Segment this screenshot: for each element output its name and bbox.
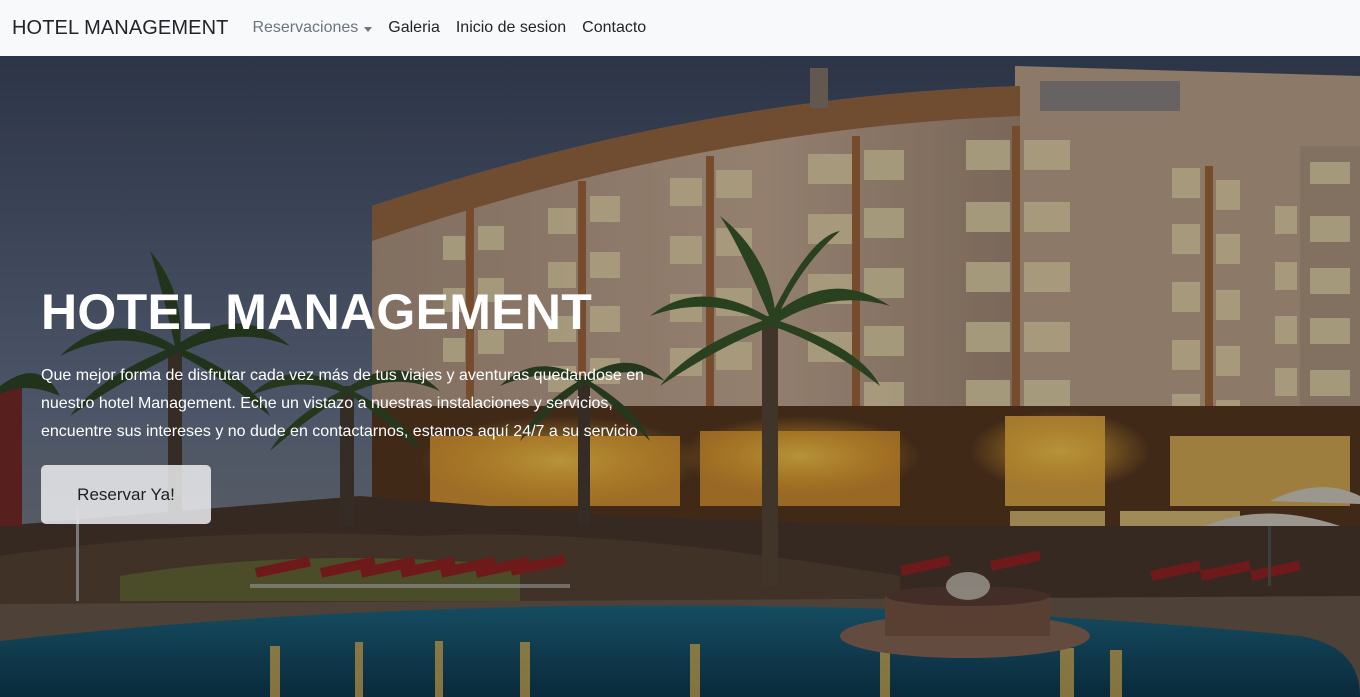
hero-title: HOTEL MANAGEMENT bbox=[41, 284, 593, 340]
hero-description: Que mejor forma de disfrutar cada vez má… bbox=[41, 367, 644, 440]
navbar: HOTEL MANAGEMENT Reservaciones Galeria I… bbox=[0, 0, 1360, 56]
reservar-ya-button[interactable]: Reservar Ya! bbox=[41, 465, 211, 524]
nav-item-reservaciones[interactable]: Reservaciones bbox=[252, 19, 373, 37]
hero-content: HOTEL MANAGEMENT Que mejor forma de disf… bbox=[41, 284, 661, 524]
nav-item-contacto[interactable]: Contacto bbox=[582, 19, 646, 37]
hero-section: HOTEL MANAGEMENT Que mejor forma de disf… bbox=[0, 56, 1360, 697]
navbar-brand[interactable]: HOTEL MANAGEMENT bbox=[12, 17, 228, 40]
caret-down-icon bbox=[364, 26, 373, 32]
nav-item-galeria[interactable]: Galeria bbox=[388, 19, 440, 37]
nav-item-label: Reservaciones bbox=[252, 19, 359, 36]
nav-item-inicio-de-sesion[interactable]: Inicio de sesion bbox=[456, 19, 566, 37]
